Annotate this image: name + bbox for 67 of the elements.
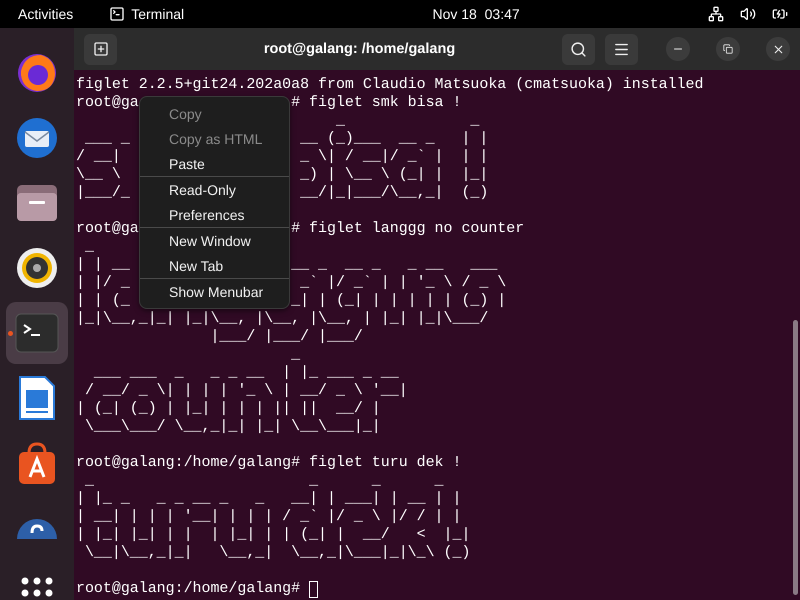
ascii-art-row: _| | (_| | | | | | (_) | xyxy=(291,292,506,310)
ascii-art-row-text: |___/ |___/ |___/ xyxy=(209,328,363,346)
command-line: root@ga xyxy=(76,220,139,238)
ascii-art-row-text: _` |/ _` | | '_ \ / _ \ xyxy=(299,274,506,292)
ascii-art-row: | |_| |_| | | | |_| | | (_| | __/ < |_| xyxy=(76,526,470,544)
plus-icon xyxy=(92,41,108,57)
ascii-art-row-text: ___ _ xyxy=(84,130,130,148)
ascii-art-row-text: _ xyxy=(84,238,94,256)
folder-icon xyxy=(15,183,59,223)
command-line: # figlet smk bisa ! xyxy=(291,94,462,112)
ascii-art-row: | __| | | | '__| | | | / _` |/ _ \ |/ / | | xyxy=(76,508,462,526)
ascii-art-row: |___/_ xyxy=(76,184,130,202)
ascii-art-row: \__ \ xyxy=(76,166,121,184)
activities-button[interactable]: Activities xyxy=(18,6,74,22)
ascii-art-row: / __| xyxy=(76,148,121,166)
help-icon xyxy=(15,517,59,539)
ascii-art-row-text: \__|\__,_|_| \__,_| \__,_|\___|_|\_\ (_) xyxy=(84,544,470,562)
menu-item[interactable]: Read-Only xyxy=(140,177,289,202)
restore-icon xyxy=(723,44,733,54)
maximize-button[interactable] xyxy=(716,37,740,61)
ascii-art-row-text: __ (_)___ __ _ | | xyxy=(299,130,488,148)
ascii-art-row-text: _) | \__ \ (_| | |_| xyxy=(299,166,488,184)
running-indicator xyxy=(8,331,13,336)
terminal-icon xyxy=(109,6,126,22)
clock[interactable]: Nov 18 03:47 xyxy=(372,6,520,22)
volume-icon[interactable] xyxy=(740,6,756,22)
menu-item[interactable]: New Tab xyxy=(140,253,289,278)
ascii-art-row: | (_| (_) | |_| | | | || || __/ | xyxy=(76,400,381,418)
ascii-art-row-text: \___\___/ \__,_|_| |_| \__\___|_| xyxy=(84,418,381,436)
window-title: root@galang: /home/galang xyxy=(262,41,456,57)
close-icon xyxy=(772,42,784,56)
ascii-art-row: | | (_ xyxy=(76,292,130,310)
menu-button[interactable] xyxy=(605,34,638,64)
terminal-icon xyxy=(15,313,59,353)
ascii-art-row: __ _ __ _ _ __ ___ xyxy=(291,256,498,274)
menu-item[interactable]: Paste xyxy=(140,151,289,176)
command-line: root@galang:/home/galang# figlet turu dek ! xyxy=(76,454,462,472)
command-line: root@galang:/home/galang# xyxy=(76,580,302,598)
new-tab-button[interactable] xyxy=(84,34,117,64)
command-line: # figlet langgg no counter xyxy=(291,220,524,238)
ascii-art-row-text: __/|_|___/\__,_| (_) xyxy=(299,184,488,202)
browser-icon xyxy=(15,51,59,95)
ascii-art-row-text: _ \| / __|/ _` | | | xyxy=(299,148,488,166)
terminal-text: figlet 2.2.5+git24.202a0a8 from Claudio Matsuoka (cmatsuoka) installed xyxy=(76,76,704,94)
ascii-art-row-text: _ _ xyxy=(334,112,480,130)
ascii-art-row: | | __ xyxy=(76,256,130,274)
shopping-bag-icon xyxy=(17,441,57,485)
search-icon xyxy=(570,40,587,58)
ascii-art-row: | |_ _ _ _ __ _ _ __| | ___| | __ | | xyxy=(76,490,462,508)
command-line: root@ga xyxy=(76,94,139,112)
close-button[interactable] xyxy=(766,37,790,61)
ascii-art-row-text: ___ ___ _ _ _ __ | |_ ___ _ __ xyxy=(92,364,399,382)
ascii-art-row-text: / __/ _ \| | | | '_ \ | __/ _ \ '__| xyxy=(84,382,408,400)
scrollbar[interactable] xyxy=(793,320,798,595)
ascii-art-row-text: _ xyxy=(290,346,300,364)
speaker-icon xyxy=(16,247,58,289)
app-menu[interactable]: Terminal xyxy=(131,6,184,22)
menu-item[interactable]: Show Menubar xyxy=(140,279,289,304)
ascii-art-row: | |/ _ xyxy=(76,274,130,292)
menu-item[interactable]: Preferences xyxy=(140,202,289,227)
menu-item[interactable]: New Window xyxy=(140,228,289,253)
network-icon[interactable] xyxy=(708,6,724,22)
ascii-art-row: |_|\__,_|_| |_|\__, |\__, |\__, | |_| |_|\___/ xyxy=(76,310,488,328)
mail-icon xyxy=(15,116,59,160)
search-button[interactable] xyxy=(562,34,595,64)
ascii-art-row-text: _ _ _ _ xyxy=(84,472,444,490)
document-icon xyxy=(19,376,55,420)
